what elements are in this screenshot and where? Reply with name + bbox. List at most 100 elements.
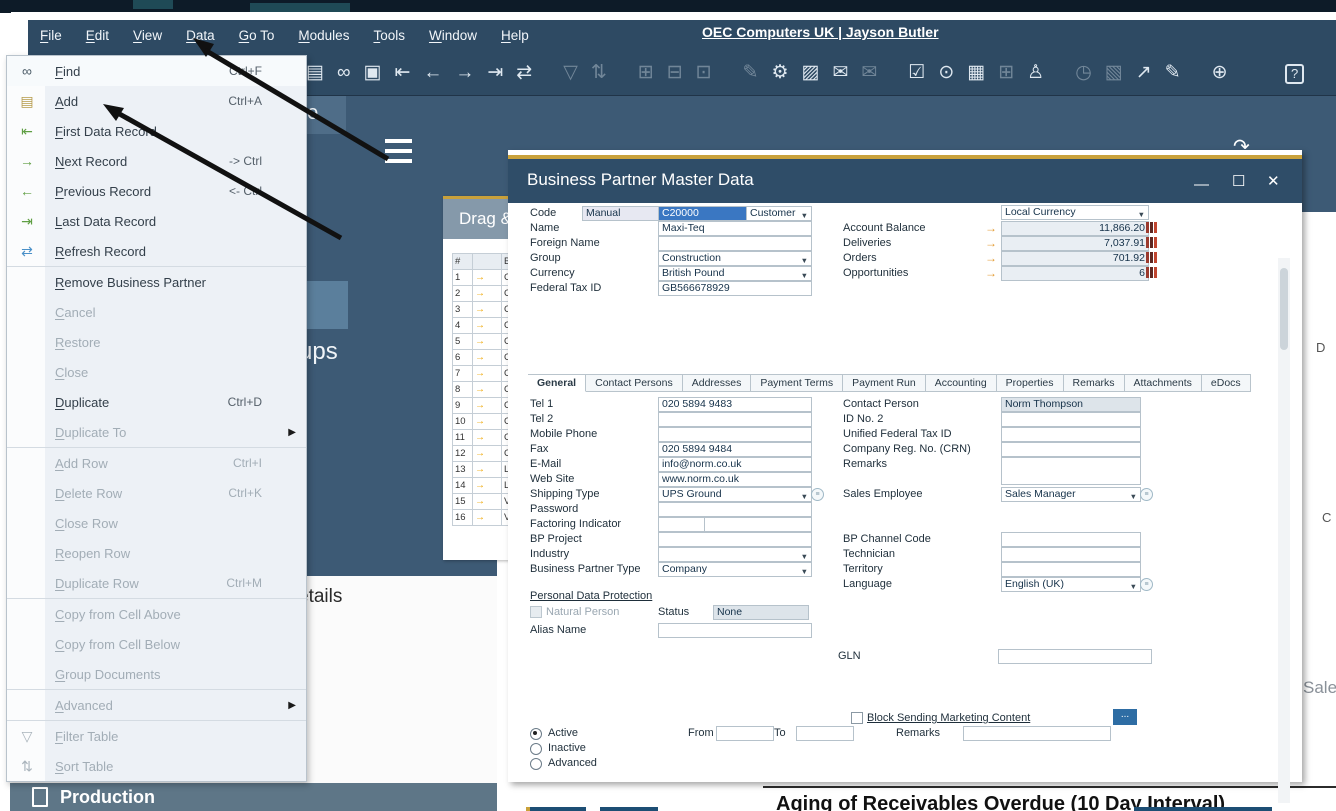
last-record-icon[interactable]: ⇥: [487, 63, 503, 82]
org-chart-icon[interactable]: ⊞: [998, 63, 1014, 82]
dialog-titlebar[interactable]: Business Partner Master Data — ☐ ✕: [508, 159, 1302, 203]
chart-icon[interactable]: [1146, 267, 1157, 278]
edit-doc-icon[interactable]: ✎: [1165, 63, 1181, 82]
menu-modules[interactable]: Modules: [298, 28, 349, 43]
chart-icon[interactable]: [1146, 252, 1157, 263]
menu-item-reopen-row[interactable]: Reopen Row: [7, 538, 306, 568]
choose-from-list-icon[interactable]: ≡: [811, 488, 824, 501]
menu-item-delete-row[interactable]: Delete Row Ctrl+K: [7, 478, 306, 508]
message-icon[interactable]: ✉: [832, 63, 848, 82]
password-input[interactable]: [658, 502, 812, 517]
menu-item-find[interactable]: ∞ Find Ctrl+F: [7, 56, 306, 86]
to-input[interactable]: [796, 726, 854, 741]
sales-employee-combo[interactable]: Sales Manager▼: [1001, 487, 1141, 502]
link-arrow-icon[interactable]: →: [985, 221, 997, 235]
contact-person-combo[interactable]: Norm Thompson: [1001, 397, 1141, 412]
from-input[interactable]: [716, 726, 774, 741]
menu-item-previous-record[interactable]: ← Previous Record <- Ctrl: [7, 176, 306, 206]
you-can-also-button[interactable]: You Can Also: [1134, 807, 1272, 811]
website-input[interactable]: www.norm.co.uk: [658, 472, 812, 487]
alias-name-input[interactable]: [658, 623, 812, 638]
advanced-radio[interactable]: [530, 758, 542, 770]
gln-input[interactable]: [998, 649, 1152, 664]
alert-card-icon[interactable]: ⊙: [938, 63, 954, 82]
calculator-icon[interactable]: ▦: [967, 63, 985, 82]
schedule-icon[interactable]: ◷: [1075, 63, 1092, 82]
sort-icon[interactable]: ⇅: [591, 63, 607, 82]
factoring-indicator-input[interactable]: [658, 517, 708, 532]
link-window-icon[interactable]: ⊞: [638, 63, 654, 82]
block-marketing-checkbox[interactable]: [851, 712, 863, 724]
add-record-icon[interactable]: ▣: [364, 63, 382, 82]
help-icon[interactable]: ?: [1285, 64, 1304, 84]
code-input[interactable]: C20000: [658, 206, 750, 221]
link-arrow-icon[interactable]: →: [985, 266, 997, 280]
menu-item-refresh-record[interactable]: ⇄ Refresh Record: [7, 236, 306, 267]
menu-item-add-row[interactable]: Add Row Ctrl+I: [7, 448, 306, 478]
menu-item-filter-table[interactable]: ▽ Filter Table: [7, 721, 306, 751]
customize-form-icon[interactable]: ▨: [802, 63, 820, 82]
menu-item-next-record[interactable]: → Next Record -> Ctrl: [7, 146, 306, 176]
group-combo[interactable]: Construction▼: [658, 251, 812, 266]
shipping-type-combo[interactable]: UPS Ground▼: [658, 487, 812, 502]
chart-icon[interactable]: [1146, 237, 1157, 248]
tab-properties[interactable]: Properties: [997, 374, 1064, 392]
link-arrow-icon[interactable]: →: [985, 236, 997, 250]
industry-combo[interactable]: ▼: [658, 547, 812, 562]
export-icon[interactable]: ↗: [1136, 63, 1152, 82]
menu-item-add[interactable]: ▤ Add Ctrl+A: [7, 86, 306, 116]
menu-item-duplicate-to[interactable]: Duplicate To ▶: [7, 417, 306, 448]
menu-item-copy-from-cell-above[interactable]: Copy from Cell Above: [7, 599, 306, 629]
tab-payment-run[interactable]: Payment Run: [843, 374, 926, 392]
menu-tools[interactable]: Tools: [373, 28, 405, 43]
hamburger-menu-icon[interactable]: [385, 139, 412, 169]
menu-item-advanced[interactable]: Advanced ▶: [7, 690, 306, 721]
menu-help[interactable]: Help: [501, 28, 529, 43]
menu-item-close-row[interactable]: Close Row: [7, 508, 306, 538]
close-icon[interactable]: ✕: [1267, 172, 1280, 190]
remarks-input[interactable]: [1001, 457, 1141, 485]
menu-item-duplicate[interactable]: Duplicate Ctrl+D: [7, 387, 306, 417]
menu-item-sort-table[interactable]: ⇅ Sort Table: [7, 751, 306, 781]
bp-category-combo[interactable]: Customer▼: [746, 206, 812, 221]
unified-federal-tax-input[interactable]: [1001, 427, 1141, 442]
menu-data[interactable]: Data: [186, 28, 215, 43]
menu-view[interactable]: View: [133, 28, 162, 43]
tab-attachments[interactable]: Attachments: [1125, 374, 1202, 392]
scrollbar-thumb[interactable]: [1280, 268, 1288, 350]
natural-person-checkbox[interactable]: [530, 606, 542, 618]
cancel-button[interactable]: Cancel: [600, 807, 658, 811]
message-sent-icon[interactable]: ✉: [861, 63, 877, 82]
tab-remarks[interactable]: Remarks: [1064, 374, 1125, 392]
code-mode-combo[interactable]: Manual: [582, 206, 662, 221]
display-currency-combo[interactable]: Local Currency▼: [1001, 205, 1149, 220]
find-icon[interactable]: ∞: [337, 63, 351, 82]
email-input[interactable]: info@norm.co.uk: [658, 457, 812, 472]
menu-item-duplicate-row[interactable]: Duplicate Row Ctrl+M: [7, 568, 306, 599]
refresh-record-icon[interactable]: ⇄: [516, 63, 532, 82]
menu-item-restore[interactable]: Restore: [7, 327, 306, 357]
inactive-radio[interactable]: [530, 743, 542, 755]
chart-icon[interactable]: [1146, 222, 1157, 233]
factoring-indicator-desc[interactable]: [704, 517, 812, 532]
bp-channel-code-input[interactable]: [1001, 532, 1141, 547]
menu-item-remove-business-partner[interactable]: Remove Business Partner: [7, 267, 306, 297]
mobile-input[interactable]: [658, 427, 812, 442]
menu-item-last-data-record[interactable]: ⇥ Last Data Record: [7, 206, 306, 236]
crn-input[interactable]: [1001, 442, 1141, 457]
menu-file[interactable]: File: [40, 28, 62, 43]
menu-item-copy-from-cell-below[interactable]: Copy from Cell Below: [7, 629, 306, 659]
document-g-icon[interactable]: ⊡: [696, 63, 712, 82]
user-icon[interactable]: ♙: [1027, 63, 1044, 82]
menu-item-first-data-record[interactable]: ⇤ First Data Record: [7, 116, 306, 146]
menu-go-to[interactable]: Go To: [239, 28, 275, 43]
maximize-icon[interactable]: ☐: [1232, 172, 1245, 190]
panel-icon[interactable]: ▤: [306, 63, 324, 82]
territory-input[interactable]: [1001, 562, 1141, 577]
production-module-bar[interactable]: Production: [10, 783, 497, 811]
menu-item-group-documents[interactable]: Group Documents: [7, 659, 306, 690]
active-radio[interactable]: [530, 728, 542, 740]
tab-general[interactable]: General: [528, 374, 586, 392]
more-options-button[interactable]: ...: [1113, 709, 1137, 725]
checklist-icon[interactable]: ☑: [908, 63, 925, 82]
